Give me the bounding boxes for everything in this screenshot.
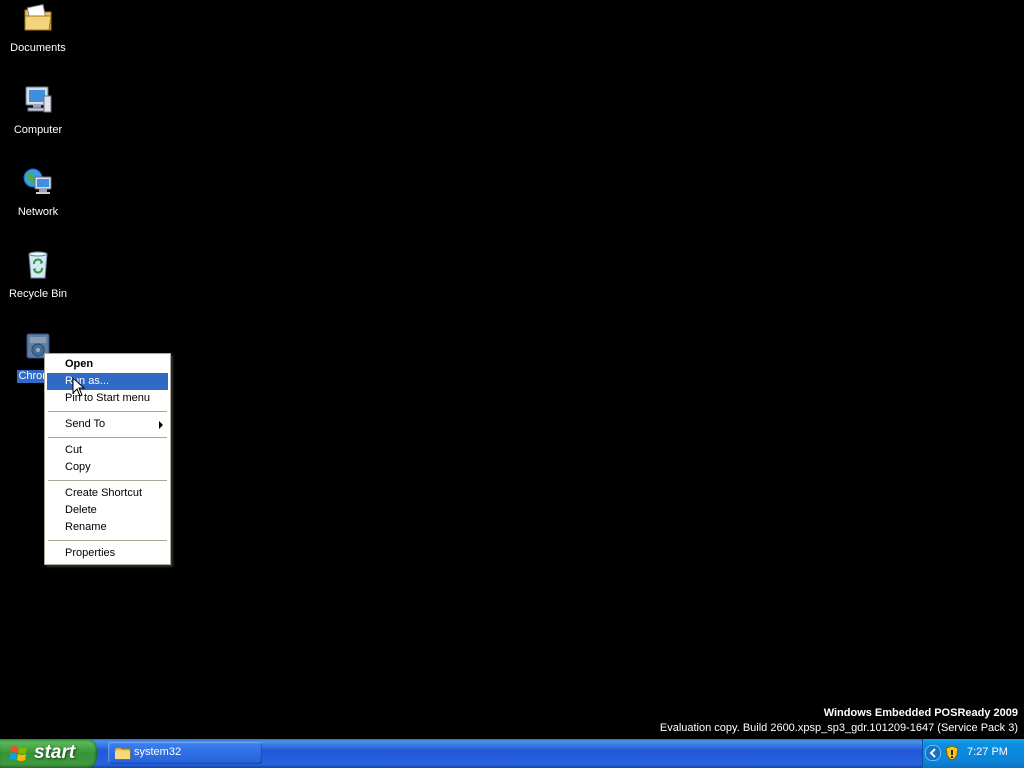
watermark-build-info: Evaluation copy. Build 2600.xpsp_sp3_gdr… <box>659 722 1018 734</box>
network-icon <box>22 166 54 198</box>
menu-item-run-as[interactable]: Run as... <box>47 373 168 390</box>
watermark-title: Windows Embedded POSReady 2009 <box>823 707 1018 719</box>
menu-separator <box>48 437 167 438</box>
menu-item-pin-to-start[interactable]: Pin to Start menu <box>47 390 168 407</box>
menu-item-open[interactable]: Open <box>47 356 168 373</box>
os-watermark: Windows Embedded POSReady 2009 Evaluatio… <box>660 706 1018 736</box>
menu-item-send-to[interactable]: Send To <box>47 416 168 433</box>
computer-icon <box>22 84 54 116</box>
taskbar-button-label: system32 <box>134 746 182 758</box>
taskbar-button-system32[interactable]: system32 <box>108 742 262 764</box>
desktop-icon-computer[interactable]: Computer <box>0 84 76 138</box>
menu-item-cut[interactable]: Cut <box>47 442 168 459</box>
menu-separator <box>48 540 167 541</box>
security-shield-icon[interactable] <box>945 745 959 761</box>
clock[interactable]: 7:27 PM <box>967 746 1008 758</box>
documents-folder-icon <box>22 2 54 34</box>
desktop-icon-label: Recycle Bin <box>8 288 68 300</box>
desktop-icon-label: Computer <box>13 124 63 136</box>
taskbar: start system32 7:27 PM <box>0 739 1024 768</box>
submenu-arrow-icon <box>159 421 163 429</box>
menu-item-label: Send To <box>65 418 106 430</box>
start-label: start <box>34 742 76 763</box>
mouse-cursor-icon <box>72 376 86 397</box>
menu-separator <box>48 480 167 481</box>
desktop-icon-network[interactable]: Network <box>0 166 76 220</box>
menu-item-rename[interactable]: Rename <box>47 519 168 536</box>
menu-item-delete[interactable]: Delete <box>47 502 168 519</box>
desktop-icon-recycle-bin[interactable]: Recycle Bin <box>0 248 76 302</box>
desktop[interactable]: Documents Computer Network Recycle Bin C… <box>0 0 1024 739</box>
folder-icon <box>114 746 131 760</box>
system-tray: 7:27 PM <box>922 739 1024 768</box>
recycle-bin-icon <box>22 248 54 280</box>
desktop-icon-label: Network <box>17 206 59 218</box>
windows-logo-icon <box>9 745 28 762</box>
menu-separator <box>48 411 167 412</box>
desktop-icon-documents[interactable]: Documents <box>0 2 76 56</box>
context-menu: Open Run as... Pin to Start menu Send To… <box>44 353 171 565</box>
menu-item-properties[interactable]: Properties <box>47 545 168 562</box>
menu-item-copy[interactable]: Copy <box>47 459 168 476</box>
start-button[interactable]: start <box>0 739 97 768</box>
desktop-icon-label: Documents <box>10 42 66 54</box>
show-hidden-icons-chevron-icon[interactable] <box>925 745 941 761</box>
menu-item-create-shortcut[interactable]: Create Shortcut <box>47 485 168 502</box>
